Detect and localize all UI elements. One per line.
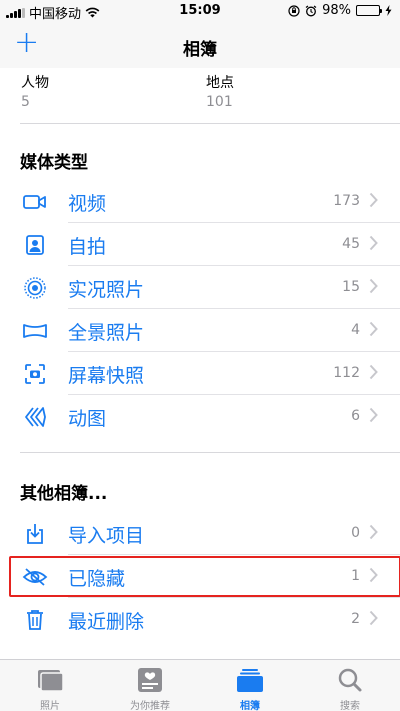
- album-row-imports[interactable]: 导入项目 0: [0, 512, 400, 555]
- album-row-recently-deleted[interactable]: 最近删除 2: [0, 598, 400, 641]
- tab-albums[interactable]: 相簿: [200, 660, 300, 711]
- battery-percent: 98%: [322, 3, 351, 18]
- album-count: 0: [351, 525, 360, 541]
- photos-tab-icon: [38, 670, 64, 692]
- chevron-right-icon: [369, 321, 378, 337]
- chevron-right-icon: [369, 278, 378, 294]
- album-row-selfies[interactable]: 自拍 45: [0, 223, 400, 266]
- chevron-right-icon: [369, 567, 378, 583]
- panorama-icon: [22, 318, 48, 344]
- album-label: 动图: [68, 408, 107, 430]
- album-count: 1: [351, 568, 360, 584]
- album-row-live-photos[interactable]: 实况照片 15: [0, 266, 400, 309]
- albums-tab-icon: [237, 669, 263, 692]
- section-divider: [20, 123, 400, 124]
- album-count: 6: [351, 408, 360, 424]
- album-label: 已隐藏: [68, 568, 126, 590]
- album-count: 112: [333, 365, 360, 381]
- people-album-count: 5: [21, 94, 30, 110]
- album-label: 最近删除: [68, 611, 145, 633]
- tab-photos[interactable]: 照片: [0, 660, 100, 711]
- screenshot-icon: [22, 361, 48, 387]
- import-icon: [22, 521, 48, 547]
- album-row-panoramas[interactable]: 全景照片 4: [0, 309, 400, 352]
- chevron-right-icon: [369, 364, 378, 380]
- status-right: 98%: [288, 3, 392, 18]
- selfie-icon: [22, 232, 48, 258]
- album-row-hidden[interactable]: 已隐藏 1: [0, 555, 400, 598]
- chevron-right-icon: [369, 192, 378, 208]
- album-row-animated[interactable]: 动图 6: [0, 395, 400, 438]
- tab-label: 相簿: [240, 701, 260, 711]
- charging-bolt-icon: [385, 5, 392, 16]
- album-count: 173: [333, 193, 360, 209]
- album-label: 导入项目: [68, 525, 145, 547]
- alarm-icon: [305, 5, 317, 16]
- chevron-right-icon: [369, 610, 378, 626]
- animated-icon: [22, 404, 48, 430]
- trash-icon: [22, 607, 48, 633]
- tab-for-you[interactable]: 为你推荐: [100, 660, 200, 711]
- hidden-eye-icon: [22, 564, 48, 590]
- for-you-tab-icon: [138, 668, 162, 692]
- album-label: 视频: [68, 193, 107, 215]
- video-icon: [22, 189, 48, 215]
- people-album-title: 人物: [21, 75, 49, 91]
- chevron-right-icon: [369, 524, 378, 540]
- tab-search[interactable]: 搜索: [300, 660, 400, 711]
- live-photo-icon: [22, 275, 48, 301]
- tab-label: 为你推荐: [130, 701, 170, 711]
- section-divider: [20, 452, 400, 453]
- chevron-right-icon: [369, 407, 378, 423]
- search-tab-icon: [338, 668, 362, 692]
- people-places-row: 人物 5 地点 101: [0, 72, 400, 116]
- album-label: 屏幕快照: [68, 365, 145, 387]
- album-count: 15: [342, 279, 360, 295]
- tab-label: 照片: [40, 701, 60, 711]
- album-count: 2: [351, 611, 360, 627]
- album-label: 全景照片: [68, 322, 145, 344]
- battery-icon: [356, 5, 382, 16]
- other-albums-title: 其他相簿...: [20, 484, 108, 504]
- album-row-screenshots[interactable]: 屏幕快照 112: [0, 352, 400, 395]
- album-row-videos[interactable]: 视频 173: [0, 180, 400, 223]
- album-label: 实况照片: [68, 279, 145, 301]
- media-types-title: 媒体类型: [20, 153, 88, 173]
- people-album[interactable]: 人物 5: [21, 72, 49, 110]
- album-label: 自拍: [68, 236, 107, 258]
- album-count: 4: [351, 322, 360, 338]
- places-album-count: 101: [206, 94, 233, 110]
- places-album[interactable]: 地点 101: [206, 72, 234, 110]
- places-album-title: 地点: [206, 75, 234, 91]
- tab-bar: 照片 为你推荐 相簿 搜索: [0, 659, 400, 711]
- page-title: 相簿: [183, 40, 217, 60]
- nav-bar: + 相簿: [0, 22, 400, 68]
- tab-label: 搜索: [340, 701, 360, 711]
- chevron-right-icon: [369, 235, 378, 251]
- status-bar: 中国移动 15:09 98%: [0, 0, 400, 22]
- album-count: 45: [342, 236, 360, 252]
- orientation-lock-icon: [288, 4, 300, 17]
